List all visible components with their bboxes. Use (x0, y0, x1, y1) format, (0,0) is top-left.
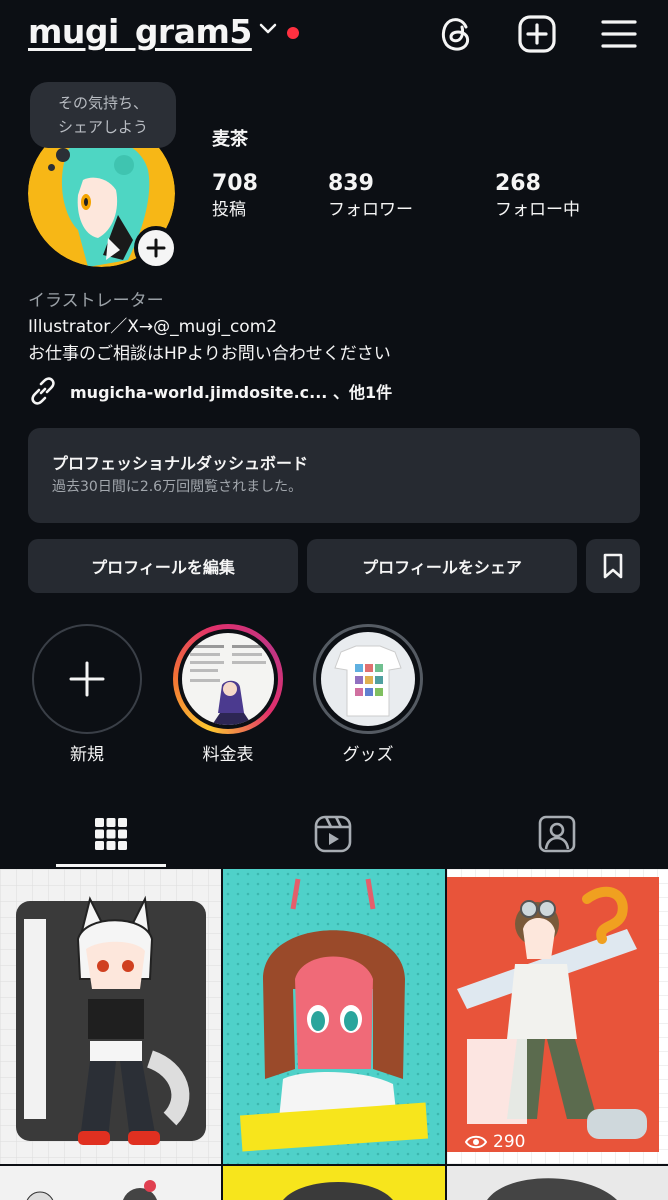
bookmark-icon (603, 553, 623, 579)
tab-reels[interactable] (222, 800, 444, 868)
view-count-value: 290 (493, 1132, 526, 1152)
tab-posts-grid[interactable] (0, 800, 222, 868)
post-thumbnail[interactable] (447, 1166, 668, 1200)
chevron-down-icon[interactable] (258, 22, 278, 36)
highlight-label: 新規 (70, 745, 104, 765)
highlight-new[interactable]: 新規 (32, 624, 142, 765)
professional-dashboard-card[interactable]: プロフェッショナルダッシュボード 過去30日間に2.6万回閲覧されました。 (28, 428, 640, 523)
profile-link[interactable]: mugicha-world.jimdosite.c... 、他1件 (28, 376, 392, 406)
profile-tabs (0, 800, 668, 868)
highlight-label: 料金表 (202, 745, 254, 765)
followers-count[interactable]: 839 フォロワー (328, 170, 413, 222)
post-thumbnail[interactable] (223, 1166, 445, 1200)
highlight-cover-image (182, 633, 274, 725)
post-thumbnail[interactable] (0, 1166, 221, 1200)
highlight-price-list[interactable]: 料金表 (173, 624, 283, 765)
edit-profile-button[interactable]: プロフィールを編集 (28, 539, 298, 593)
saved-button[interactable] (586, 539, 640, 593)
profile-link-text[interactable]: mugicha-world.jimdosite.c... 、他1件 (70, 379, 392, 403)
following-count-label: フォロー中 (495, 200, 580, 220)
bio-line-1: Illustrator／X→@_mugi_com2 (28, 317, 278, 337)
grid-icon (95, 818, 127, 850)
bio-line-2: お仕事のご相談はHPよりお問い合わせください (28, 344, 391, 364)
eye-icon (465, 1135, 487, 1149)
top-bar: mugi_gram5 (0, 0, 668, 70)
display-name: 麦茶 (212, 129, 248, 150)
followers-count-label: フォロワー (328, 200, 413, 220)
posts-count-label: 投稿 (212, 200, 246, 220)
note-bubble-tail-small (48, 164, 55, 171)
plus-icon (69, 661, 105, 697)
dashboard-subtitle: 過去30日間に2.6万回閲覧されました。 (52, 479, 303, 495)
highlight-label: グッズ (342, 745, 394, 765)
highlight-goods-ring (313, 624, 423, 734)
following-count[interactable]: 268 フォロー中 (495, 170, 580, 222)
add-story-button[interactable] (134, 226, 178, 270)
threads-icon[interactable] (436, 14, 476, 54)
post-image-wolf-girl (0, 869, 221, 1164)
highlight-new-ring (32, 624, 142, 734)
highlight-goods[interactable]: グッズ (313, 624, 423, 765)
active-tab-indicator (56, 864, 166, 867)
menu-icon[interactable] (600, 14, 638, 54)
plus-icon (146, 238, 166, 258)
posts-count[interactable]: 708 投稿 (212, 170, 258, 222)
highlight-cover-image (321, 632, 415, 726)
posts-count-value: 708 (212, 171, 258, 196)
note-line-1: その気持ち、 (57, 94, 148, 112)
dashboard-title: プロフェッショナルダッシュボード (52, 454, 309, 473)
profile-category: イラストレーター (28, 291, 164, 311)
reels-icon (314, 815, 352, 853)
post-image-partial (487, 1178, 617, 1200)
plus-square-icon[interactable] (517, 14, 557, 54)
post-image-partial (283, 1182, 393, 1200)
following-count-value: 268 (495, 171, 541, 196)
post-image-partial (26, 1180, 157, 1200)
post-image-leo (447, 869, 668, 1164)
post-thumbnail[interactable] (0, 869, 221, 1164)
username-switcher[interactable]: mugi_gram5 (28, 12, 252, 51)
post-image-pink-girl (223, 869, 445, 1164)
tagged-icon (538, 815, 576, 853)
post-thumbnail[interactable]: 290 (447, 869, 668, 1164)
highlight-price-ring (173, 624, 283, 734)
notification-dot (287, 27, 299, 39)
note-bubble[interactable]: その気持ち、 シェアしよう (30, 82, 176, 148)
followers-count-value: 839 (328, 171, 374, 196)
share-profile-button[interactable]: プロフィールをシェア (307, 539, 577, 593)
tab-tagged[interactable] (446, 800, 668, 868)
link-icon (31, 377, 55, 405)
view-count: 290 (465, 1132, 525, 1152)
note-line-2: シェアしよう (57, 118, 148, 136)
note-bubble-tail (56, 148, 70, 162)
post-thumbnail[interactable] (223, 869, 445, 1164)
